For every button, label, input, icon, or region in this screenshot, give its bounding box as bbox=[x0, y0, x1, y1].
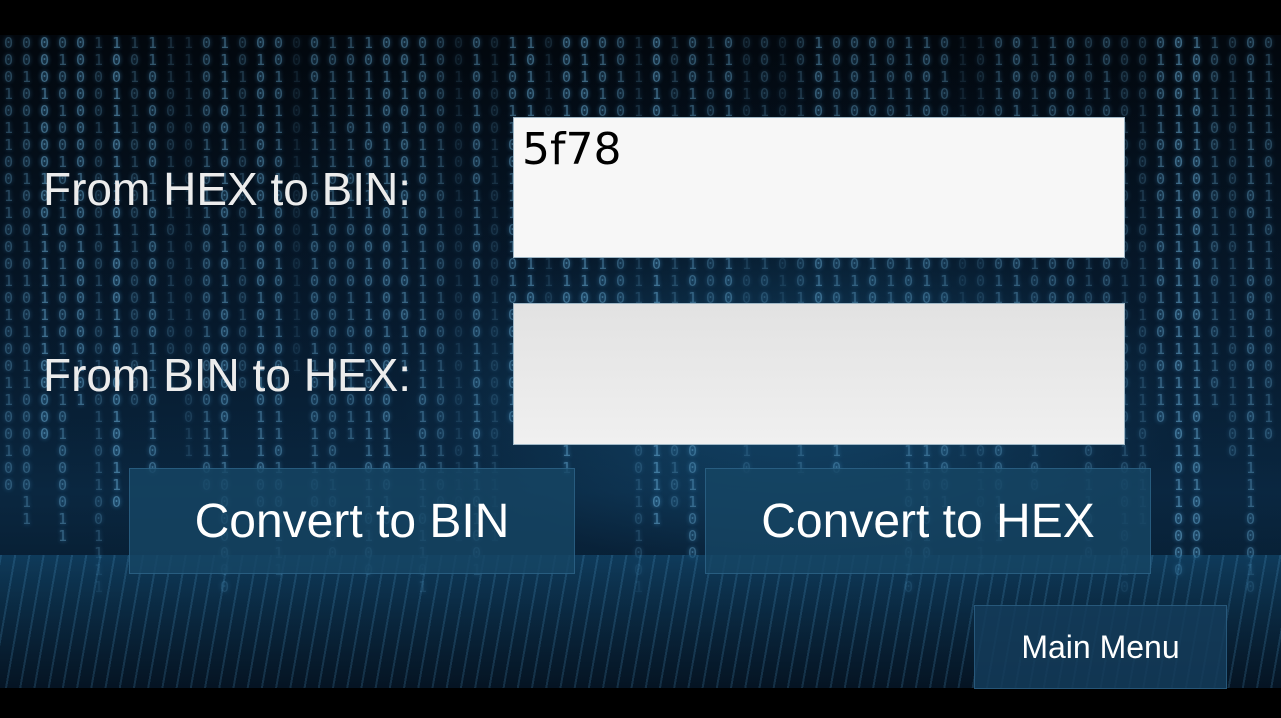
binary-rain-column: 00011111100101000011000111001 bbox=[310, 35, 320, 528]
hex-input-field[interactable] bbox=[513, 117, 1125, 258]
convert-to-hex-button[interactable]: Convert to HEX bbox=[705, 468, 1151, 574]
binary-rain-column: 001111111001110001001101111100010 bbox=[1246, 35, 1256, 595]
binary-rain-column: 01001101001101010010110 bbox=[1156, 35, 1166, 426]
main-menu-label: Main Menu bbox=[1021, 628, 1180, 665]
bin-to-hex-label: From BIN to HEX: bbox=[43, 349, 412, 401]
convert-to-bin-label: Convert to BIN bbox=[194, 494, 510, 548]
binary-rain-column: 1001110111011000110100100110 bbox=[112, 35, 122, 511]
bin-input-field[interactable] bbox=[513, 303, 1125, 445]
binary-rain-column: 0000001110110001000110001100 bbox=[436, 35, 446, 511]
binary-rain-column: 110001000001001110011011011001111 bbox=[94, 35, 104, 595]
app-screen: 000101100110001010001100100 0010010010001… bbox=[0, 0, 1281, 718]
binary-rain-column: 00100100100010100101100000011 bbox=[22, 35, 32, 528]
binary-rain-column: 01001100111111110110111010110000 bbox=[1174, 35, 1184, 579]
binary-rain-column: 00001100011001101000111010111 bbox=[1138, 35, 1148, 528]
binary-rain-column: 000101100110001010001100100 bbox=[4, 35, 14, 494]
binary-rain-column: 00100011110000000100100110010 bbox=[382, 35, 392, 528]
binary-rain-column: 010010010110011000111101000011 bbox=[58, 35, 68, 545]
convert-to-hex-label: Convert to HEX bbox=[761, 494, 1095, 548]
binary-rain-column: 1001100110110101101101 bbox=[1210, 35, 1220, 409]
hex-to-bin-label: From HEX to BIN: bbox=[43, 163, 412, 215]
binary-rain-column: 1001011000001011011111011010000 bbox=[1192, 35, 1202, 562]
binary-rain-column: 01001000001000010101101110001 bbox=[256, 35, 266, 528]
binary-rain-column: 011111001110110010000110 bbox=[1264, 35, 1274, 443]
binary-rain-column: 00010110001110110101110011101 bbox=[652, 35, 662, 528]
binary-rain-column: 0001100101100101000100000011000 bbox=[688, 35, 698, 562]
binary-rain-column: 11000000110100010011101100 bbox=[148, 35, 158, 477]
binary-rain-column: 000000110110000001000011100 bbox=[202, 35, 212, 494]
main-menu-button[interactable]: Main Menu bbox=[974, 605, 1227, 689]
binary-rain-column: 0011101000010111110011000 bbox=[1228, 35, 1238, 460]
convert-to-bin-button[interactable]: Convert to BIN bbox=[129, 468, 575, 574]
